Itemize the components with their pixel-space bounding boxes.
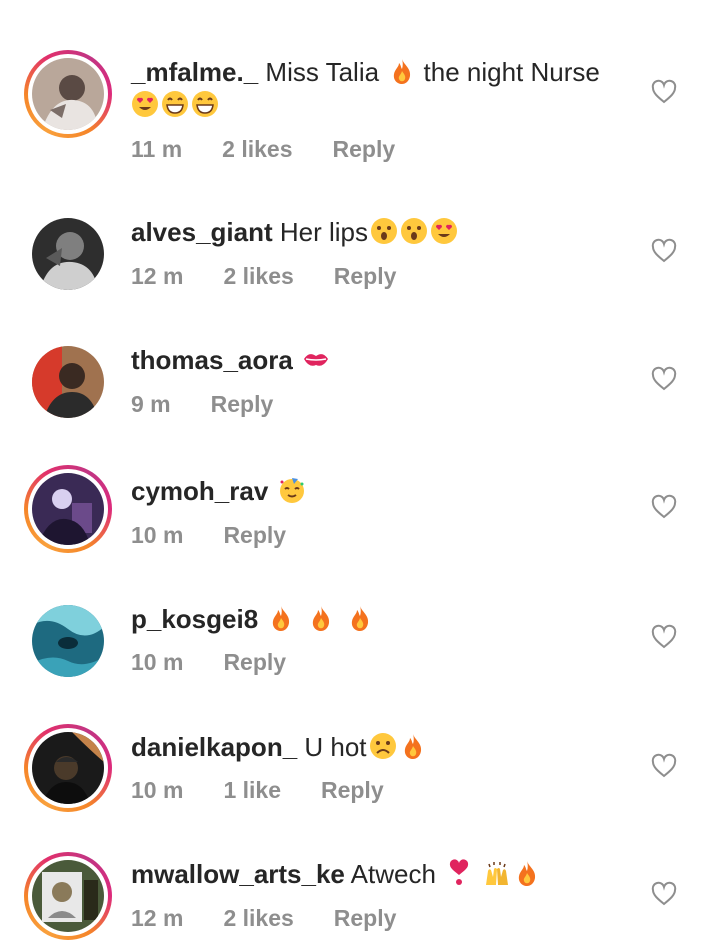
comment-meta: 9 m Reply — [131, 391, 273, 418]
partying-face-emoji-icon — [279, 478, 304, 503]
fire-emoji-icon — [273, 606, 290, 631]
timestamp: 11 m — [131, 136, 183, 162]
reply-button[interactable]: Reply — [223, 522, 286, 549]
username[interactable]: alves_giant — [131, 217, 273, 247]
likes-count[interactable]: 1 like — [223, 777, 281, 804]
avatar — [32, 473, 104, 545]
avatar — [32, 605, 104, 677]
username[interactable]: cymoh_rav — [131, 476, 268, 506]
timestamp: 10 m — [131, 522, 184, 548]
avatar-story-ring[interactable] — [24, 724, 112, 812]
comment-meta: 10 m Reply — [131, 649, 286, 676]
avatar-wrap[interactable] — [24, 597, 112, 685]
comment-text: danielkapon_ U hot — [131, 732, 624, 762]
username[interactable]: p_kosgei8 — [131, 604, 258, 634]
avatar-story-ring[interactable] — [24, 50, 112, 138]
fire-emoji-icon — [351, 606, 368, 631]
comment-text: alves_giant Her lips — [131, 217, 624, 247]
likes-count[interactable]: 2 likes — [222, 136, 292, 163]
comment-meta: 10 m 1 like Reply — [131, 777, 384, 804]
comment-meta: 11 m 2 likes Reply — [131, 136, 395, 163]
fire-emoji-icon — [394, 59, 411, 84]
reply-button[interactable]: Reply — [334, 905, 397, 932]
comment-text: thomas_aora — [131, 345, 624, 375]
comment-text: p_kosgei8 — [131, 604, 624, 634]
frowning-face-emoji-icon — [369, 733, 396, 759]
heart-eyes-emoji-icon — [132, 91, 158, 117]
like-heart-icon[interactable] — [650, 365, 678, 393]
reply-button[interactable]: Reply — [223, 649, 286, 676]
fire-emoji-icon — [519, 861, 536, 886]
timestamp: 9 m — [131, 391, 171, 417]
username[interactable]: thomas_aora — [131, 345, 293, 375]
avatar-wrap[interactable] — [24, 210, 112, 298]
username[interactable]: mwallow_arts_ke — [131, 859, 345, 889]
comment-text: cymoh_rav — [131, 476, 624, 506]
raising-hands-emoji-icon — [486, 862, 509, 885]
comment-meta: 12 m 2 likes Reply — [131, 263, 396, 290]
avatar — [32, 58, 104, 130]
astonished-emoji-icon — [401, 218, 427, 244]
comment-text: _mfalme._ Miss Talia the night Nurse — [131, 57, 600, 87]
grinning-emoji-icon — [192, 91, 218, 117]
timestamp: 10 m — [131, 649, 184, 675]
comment-text: mwallow_arts_ke Atwech — [131, 859, 624, 889]
emoji-line — [131, 90, 219, 120]
avatar — [32, 346, 104, 418]
fire-emoji-icon — [404, 734, 421, 759]
comment-meta: 12 m 2 likes Reply — [131, 905, 396, 932]
reply-button[interactable]: Reply — [211, 391, 274, 418]
like-heart-icon[interactable] — [650, 752, 678, 780]
like-heart-icon[interactable] — [650, 493, 678, 521]
avatar — [32, 732, 104, 804]
like-heart-icon[interactable] — [650, 78, 678, 106]
avatar — [32, 860, 104, 932]
avatar-wrap[interactable] — [24, 338, 112, 426]
likes-count[interactable]: 2 likes — [223, 263, 293, 290]
comment-meta: 10 m Reply — [131, 522, 286, 549]
heart-exclamation-emoji-icon — [450, 859, 469, 885]
reply-button[interactable]: Reply — [334, 263, 397, 290]
avatar — [32, 218, 104, 290]
likes-count[interactable]: 2 likes — [223, 905, 293, 932]
grinning-emoji-icon — [162, 91, 188, 117]
timestamp: 12 m — [131, 263, 184, 289]
like-heart-icon[interactable] — [650, 237, 678, 265]
avatar-story-ring[interactable] — [24, 465, 112, 553]
timestamp: 10 m — [131, 777, 184, 803]
fire-emoji-icon — [312, 606, 329, 631]
username[interactable]: danielkapon_ — [131, 732, 297, 762]
timestamp: 12 m — [131, 905, 184, 931]
astonished-emoji-icon — [371, 218, 397, 244]
like-heart-icon[interactable] — [650, 623, 678, 651]
reply-button[interactable]: Reply — [333, 136, 396, 163]
heart-eyes-emoji-icon — [431, 218, 457, 244]
reply-button[interactable]: Reply — [321, 777, 384, 804]
avatar-story-ring[interactable] — [24, 852, 112, 940]
like-heart-icon[interactable] — [650, 880, 678, 908]
kiss-mark-emoji-icon — [304, 354, 329, 366]
username[interactable]: _mfalme._ — [131, 57, 258, 87]
